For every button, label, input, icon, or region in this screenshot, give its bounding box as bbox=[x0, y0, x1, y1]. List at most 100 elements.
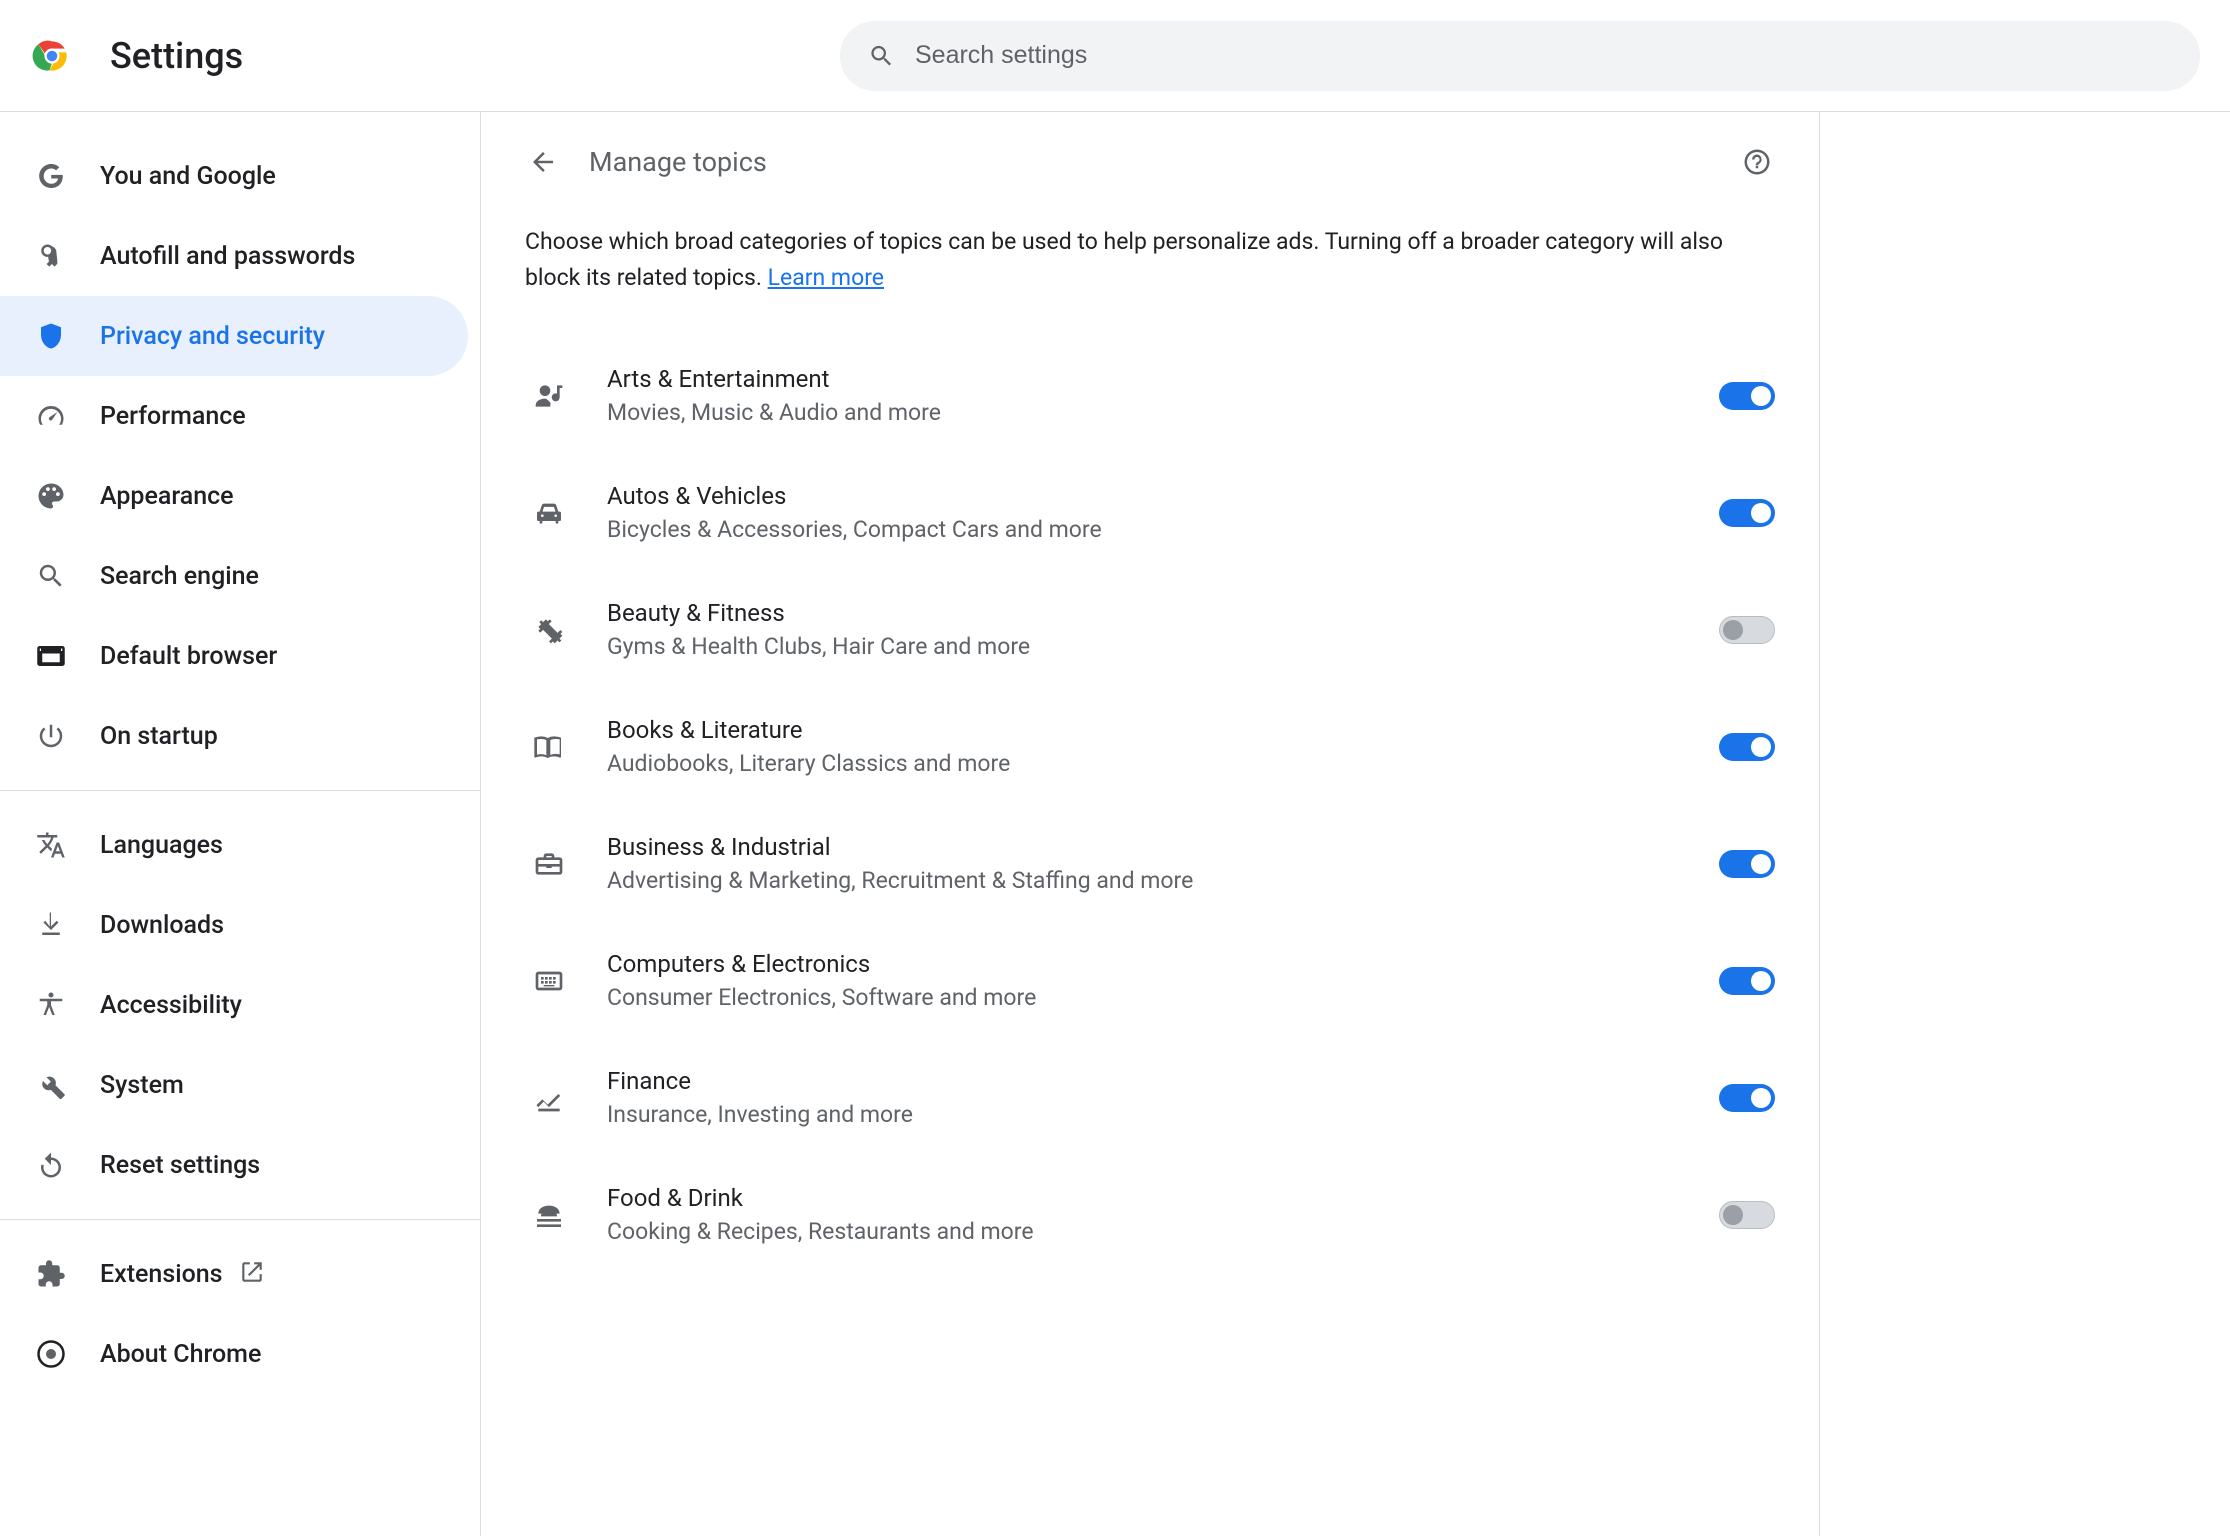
page-title: Manage topics bbox=[589, 146, 767, 178]
translate-icon bbox=[36, 830, 100, 860]
main-content: Manage topics Choose which broad categor… bbox=[480, 112, 1820, 1536]
topic-toggle[interactable] bbox=[1719, 382, 1775, 410]
page-header: Manage topics bbox=[521, 140, 1779, 184]
book-icon bbox=[533, 731, 607, 763]
reset-icon bbox=[36, 1150, 100, 1180]
keyboard-icon bbox=[533, 965, 607, 997]
sidebar: You and GoogleAutofill and passwordsPriv… bbox=[0, 112, 480, 1536]
topic-subtitle: Insurance, Investing and more bbox=[607, 1101, 1719, 1128]
app-title: Settings bbox=[110, 35, 243, 77]
power-icon bbox=[36, 721, 100, 751]
sidebar-item-you-and-google[interactable]: You and Google bbox=[0, 136, 468, 216]
topic-row: Autos & Vehicles Bicycles & Accessories, … bbox=[521, 454, 1779, 571]
topic-row: Books & LiteratureAudiobooks, Literary C… bbox=[521, 688, 1779, 805]
topic-text: Arts & Entertainment Movies, Music & Audi… bbox=[607, 365, 1719, 426]
speed-icon bbox=[36, 401, 100, 431]
sidebar-item-privacy[interactable]: Privacy and security bbox=[0, 296, 468, 376]
sidebar-item-label: Accessibility bbox=[100, 991, 242, 1020]
open-external-icon bbox=[239, 1259, 265, 1289]
topic-subtitle: Consumer Electronics, Software and more bbox=[607, 984, 1719, 1011]
sidebar-item-system[interactable]: System bbox=[0, 1045, 468, 1125]
sidebar-item-label: Downloads bbox=[100, 911, 224, 940]
topic-toggle[interactable] bbox=[1719, 850, 1775, 878]
sidebar-item-autofill[interactable]: Autofill and passwords bbox=[0, 216, 468, 296]
sidebar-divider bbox=[0, 1219, 480, 1220]
topic-subtitle: Gyms & Health Clubs, Hair Care and more bbox=[607, 633, 1719, 660]
topic-title: Beauty & Fitness bbox=[607, 599, 1719, 627]
sidebar-item-label: Search engine bbox=[100, 562, 259, 591]
sidebar-item-appearance[interactable]: Appearance bbox=[0, 456, 468, 536]
sidebar-item-accessibility[interactable]: Accessibility bbox=[0, 965, 468, 1045]
topic-toggle[interactable] bbox=[1719, 1084, 1775, 1112]
sidebar-item-extensions[interactable]: Extensions bbox=[0, 1234, 468, 1314]
briefcase-icon bbox=[533, 848, 607, 880]
chart-icon bbox=[533, 1082, 607, 1114]
topic-row: Beauty & Fitness Gyms & Health Clubs, Hai… bbox=[521, 571, 1779, 688]
sidebar-item-on-startup[interactable]: On startup bbox=[0, 696, 468, 776]
topic-toggle[interactable] bbox=[1719, 616, 1775, 644]
topic-subtitle: Audiobooks, Literary Classics and more bbox=[607, 750, 1719, 777]
topic-toggle[interactable] bbox=[1719, 733, 1775, 761]
sidebar-item-search-engine[interactable]: Search engine bbox=[0, 536, 468, 616]
topic-title: Arts & Entertainment bbox=[607, 365, 1719, 393]
topic-text: Business & Industrial Advertising & Marke… bbox=[607, 833, 1719, 894]
help-icon bbox=[1742, 147, 1772, 177]
back-button[interactable] bbox=[521, 140, 565, 184]
sidebar-item-downloads[interactable]: Downloads bbox=[0, 885, 468, 965]
search-box[interactable] bbox=[840, 21, 2200, 91]
sidebar-item-label: Default browser bbox=[100, 642, 277, 671]
topic-row: Computers & ElectronicsConsumer Electron… bbox=[521, 922, 1779, 1039]
topic-subtitle: Movies, Music & Audio and more bbox=[607, 399, 1719, 426]
topic-title: Finance bbox=[607, 1067, 1719, 1095]
search-icon bbox=[868, 42, 895, 70]
sidebar-item-default-browser[interactable]: Default browser bbox=[0, 616, 468, 696]
extension-icon bbox=[36, 1259, 100, 1289]
accessibility-icon bbox=[36, 990, 100, 1020]
topic-subtitle: Bicycles & Accessories, Compact Cars and… bbox=[607, 516, 1719, 543]
topic-row: Finance Insurance, Investing and more bbox=[521, 1039, 1779, 1156]
topic-title: Food & Drink bbox=[607, 1184, 1719, 1212]
sidebar-item-label: Extensions bbox=[100, 1260, 223, 1289]
download-icon bbox=[36, 910, 100, 940]
arrow-back-icon bbox=[528, 147, 558, 177]
sidebar-item-label: Performance bbox=[100, 402, 246, 431]
palette-icon bbox=[36, 481, 100, 511]
food-icon bbox=[533, 1199, 607, 1231]
topic-text: Autos & Vehicles Bicycles & Accessories, … bbox=[607, 482, 1719, 543]
topic-text: Computers & ElectronicsConsumer Electron… bbox=[607, 950, 1719, 1011]
topic-toggle[interactable] bbox=[1719, 967, 1775, 995]
description-text: Choose which broad categories of topics … bbox=[525, 228, 1723, 291]
topic-title: Business & Industrial bbox=[607, 833, 1719, 861]
sidebar-item-label: System bbox=[100, 1071, 184, 1100]
google-icon bbox=[36, 161, 100, 191]
sidebar-divider bbox=[0, 790, 480, 791]
sidebar-item-label: Languages bbox=[100, 831, 223, 860]
car-icon bbox=[533, 497, 607, 529]
sidebar-item-about[interactable]: About Chrome bbox=[0, 1314, 468, 1394]
person-music-icon bbox=[533, 380, 607, 412]
fitness-icon bbox=[533, 614, 607, 646]
topic-subtitle: Cooking & Recipes, Restaurants and more bbox=[607, 1218, 1719, 1245]
sidebar-item-performance[interactable]: Performance bbox=[0, 376, 468, 456]
learn-more-link[interactable]: Learn more bbox=[768, 264, 884, 291]
browser-icon bbox=[36, 641, 100, 671]
chrome-logo bbox=[30, 34, 74, 78]
topic-subtitle: Advertising & Marketing, Recruitment & S… bbox=[607, 867, 1719, 894]
topic-toggle[interactable] bbox=[1719, 499, 1775, 527]
topic-toggle[interactable] bbox=[1719, 1201, 1775, 1229]
key-icon bbox=[36, 241, 100, 271]
sidebar-item-label: On startup bbox=[100, 722, 218, 751]
sidebar-item-languages[interactable]: Languages bbox=[0, 805, 468, 885]
sidebar-item-label: Appearance bbox=[100, 482, 234, 511]
sidebar-item-label: Reset settings bbox=[100, 1151, 260, 1180]
search-container bbox=[840, 21, 2200, 91]
topic-row: Food & Drink Cooking & Recipes, Restauran… bbox=[521, 1156, 1779, 1273]
topic-title: Autos & Vehicles bbox=[607, 482, 1719, 510]
app-header: Settings bbox=[0, 0, 2230, 112]
sidebar-item-reset[interactable]: Reset settings bbox=[0, 1125, 468, 1205]
help-button[interactable] bbox=[1735, 140, 1779, 184]
topic-text: Books & LiteratureAudiobooks, Literary C… bbox=[607, 716, 1719, 777]
topic-text: Food & Drink Cooking & Recipes, Restauran… bbox=[607, 1184, 1719, 1245]
topic-text: Finance Insurance, Investing and more bbox=[607, 1067, 1719, 1128]
search-input[interactable] bbox=[915, 41, 2172, 70]
